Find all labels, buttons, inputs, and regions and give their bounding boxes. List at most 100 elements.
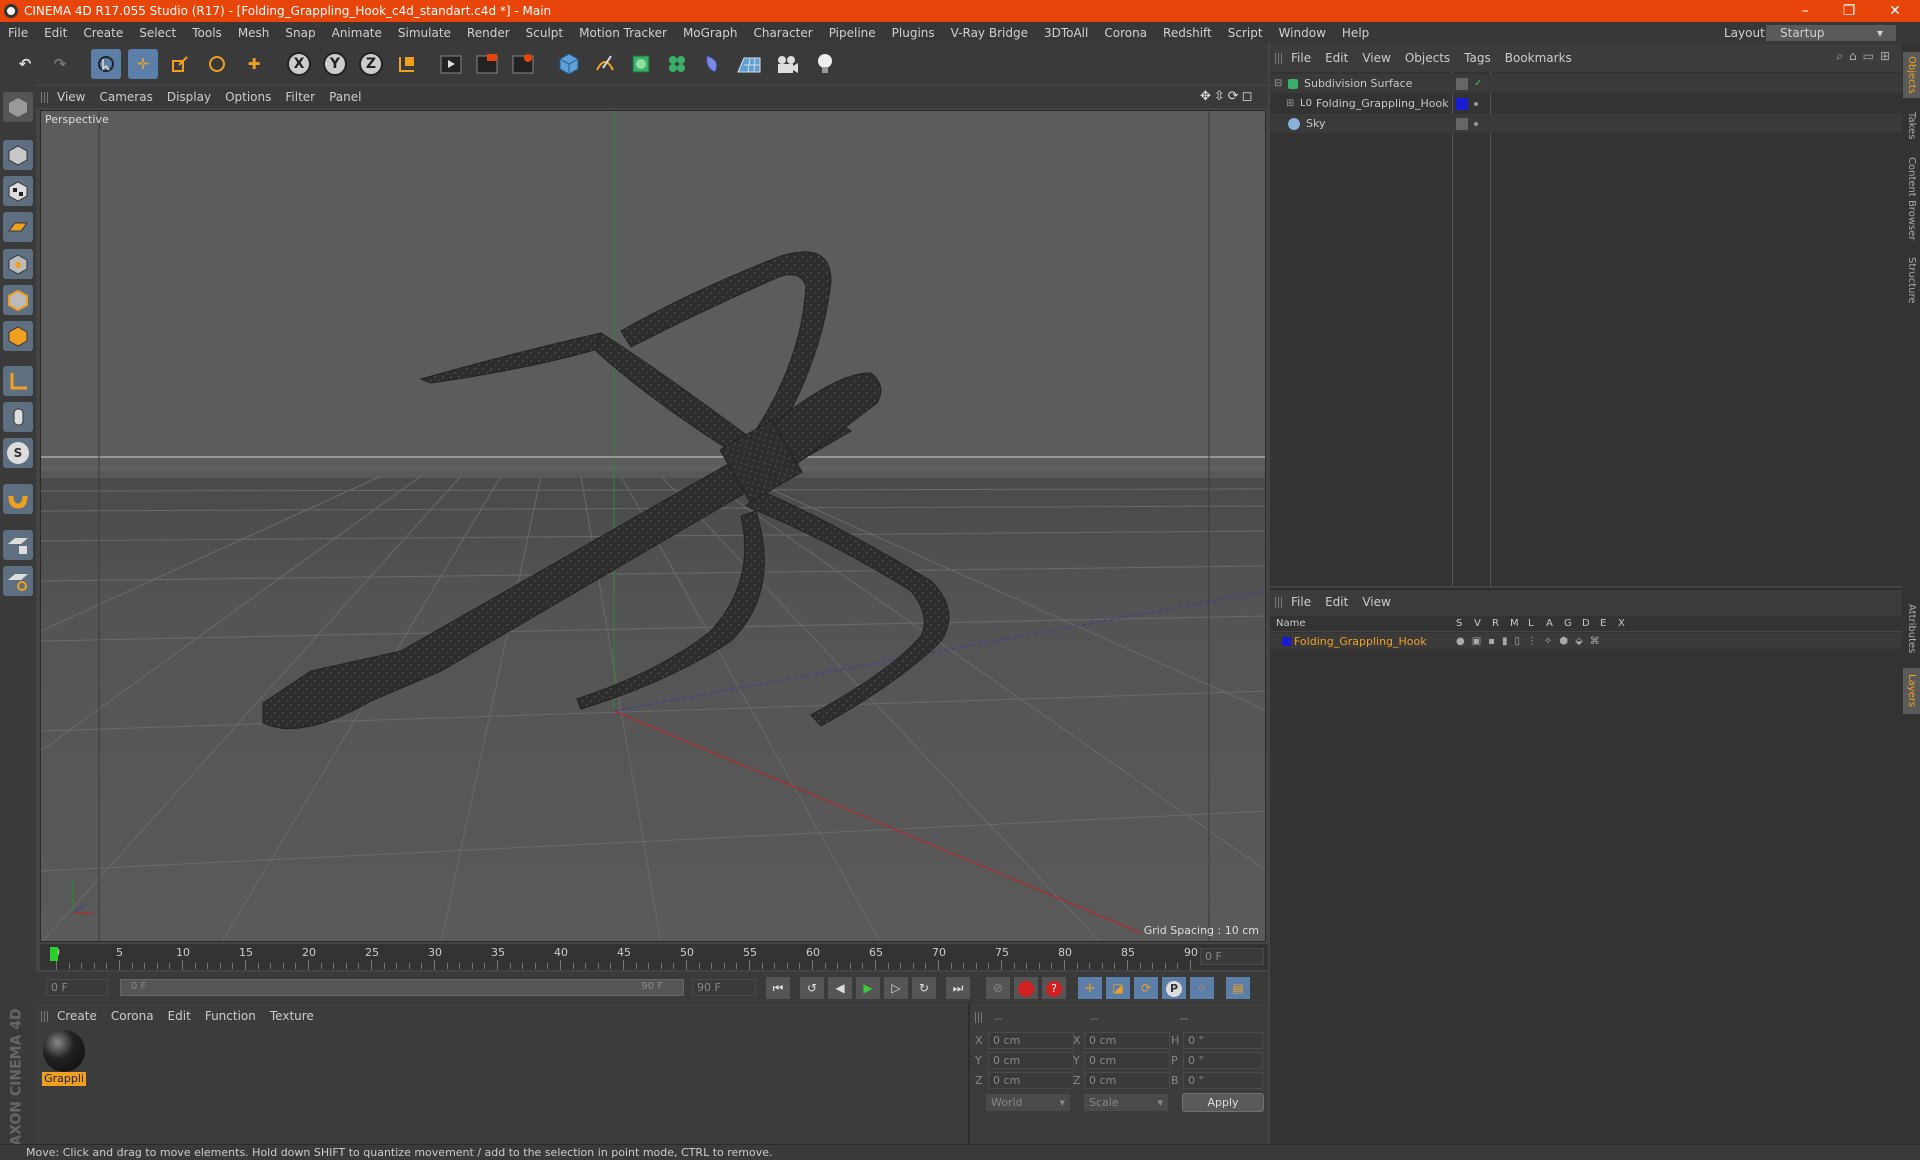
objects-menu-edit[interactable]: Edit <box>1318 51 1355 65</box>
coordinate-mode-dropdown[interactable]: World ▾ <box>986 1094 1070 1111</box>
snap-icon[interactable]: S <box>3 438 33 468</box>
tweak-mode-icon[interactable] <box>3 402 33 432</box>
visibility-toggle-icon[interactable] <box>1456 77 1468 90</box>
menu-snap[interactable]: Snap <box>277 26 323 40</box>
x-axis-lock-button[interactable]: X <box>284 49 314 79</box>
side-tab-layers[interactable]: Layers <box>1903 668 1920 714</box>
texture-mode-icon[interactable] <box>3 176 33 206</box>
menu-character[interactable]: Character <box>745 26 820 40</box>
floor-grid-icon[interactable] <box>734 49 764 79</box>
menu-simulate[interactable]: Simulate <box>390 26 459 40</box>
key-parameter-icon[interactable]: P <box>1162 977 1186 999</box>
key-scale-icon[interactable]: ◪ <box>1106 977 1130 999</box>
objects-menu-file[interactable]: File <box>1284 51 1318 65</box>
pos-z-field[interactable]: 0 cm <box>988 1072 1074 1089</box>
minimize-icon[interactable]: – <box>1782 0 1828 22</box>
side-tab-takes[interactable]: Takes <box>1903 104 1920 148</box>
viewport-menu-options[interactable]: Options <box>218 90 278 104</box>
transform-tool-icon[interactable]: ✚ <box>239 49 269 79</box>
undo-icon[interactable]: ↶ <box>10 49 40 79</box>
menu-corona[interactable]: Corona <box>1096 26 1155 40</box>
menu-plugins[interactable]: Plugins <box>884 26 943 40</box>
objects-menu-bookmarks[interactable]: Bookmarks <box>1498 51 1579 65</box>
material-menu-corona[interactable]: Corona <box>104 1009 161 1023</box>
layers-menu-view[interactable]: View <box>1355 595 1397 609</box>
start-frame-field[interactable]: 0 F <box>46 979 108 996</box>
coordinate-system-icon[interactable] <box>392 49 422 79</box>
layer-row[interactable]: Folding_Grappling_Hook ●▣▪▮▯⋮✧⬢⬙⌘ <box>1270 633 1902 649</box>
layers-menu-edit[interactable]: Edit <box>1318 595 1355 609</box>
menu-sculpt[interactable]: Sculpt <box>518 26 571 40</box>
close-icon[interactable]: ✕ <box>1872 0 1918 22</box>
material-menu-function[interactable]: Function <box>198 1009 263 1023</box>
timeline-window-icon[interactable]: ▤ <box>1226 977 1250 999</box>
objects-menu-view[interactable]: View <box>1355 51 1397 65</box>
visibility-dot-icon[interactable] <box>1474 121 1478 126</box>
pos-x-field[interactable]: 0 cm <box>988 1032 1074 1049</box>
object-row-folding-grappling-hook[interactable]: ⊞ L0 Folding_Grappling_Hook <box>1270 94 1902 113</box>
play-icon[interactable]: ▶ <box>856 977 880 999</box>
menu-select[interactable]: Select <box>131 26 184 40</box>
size-z-field[interactable]: 0 cm <box>1084 1072 1170 1089</box>
frame-range-slider[interactable]: 0 F 90 F <box>120 979 684 996</box>
scale-tool-icon[interactable] <box>165 49 195 79</box>
menu-create[interactable]: Create <box>75 26 131 40</box>
viewport-navigation-icons[interactable]: ✥⇳⟳◻ <box>1200 89 1255 104</box>
go-to-start-icon[interactable]: ⏮ <box>766 977 790 999</box>
menu-edit[interactable]: Edit <box>36 26 75 40</box>
viewport-menu-display[interactable]: Display <box>160 90 218 104</box>
rot-b-field[interactable]: 0 ° <box>1183 1072 1263 1089</box>
side-tab-structure[interactable]: Structure <box>1903 250 1920 310</box>
visibility-toggle-icon[interactable] <box>1456 117 1468 130</box>
model-mode-icon[interactable] <box>3 140 33 170</box>
apply-button[interactable]: Apply <box>1182 1093 1264 1112</box>
make-editable-icon[interactable] <box>3 92 33 122</box>
menu-animate[interactable]: Animate <box>324 26 390 40</box>
objects-menu-objects[interactable]: Objects <box>1398 51 1457 65</box>
collapse-icon[interactable]: ⊟ <box>1274 78 1288 89</box>
go-to-end-icon[interactable]: ⏭ <box>946 977 970 999</box>
key-pla-icon[interactable]: ⁘ <box>1190 977 1214 999</box>
objects-header-icons[interactable]: ⌕⌂▭⊞ <box>1836 49 1896 64</box>
rot-p-field[interactable]: 0 ° <box>1183 1052 1263 1069</box>
layers-menu-file[interactable]: File <box>1284 595 1318 609</box>
menu-pipeline[interactable]: Pipeline <box>821 26 884 40</box>
layout-dropdown[interactable]: Startup ▾ <box>1766 25 1896 41</box>
menu-file[interactable]: File <box>0 26 36 40</box>
redo-icon[interactable]: ↷ <box>45 49 75 79</box>
viewport-menu-cameras[interactable]: Cameras <box>92 90 159 104</box>
side-tab-attributes[interactable]: Attributes <box>1903 594 1920 664</box>
autokey-icon[interactable]: ? <box>1042 977 1066 999</box>
expand-icon[interactable]: ⊞ <box>1286 98 1300 109</box>
pos-y-field[interactable]: 0 cm <box>988 1052 1074 1069</box>
polygons-mode-icon[interactable] <box>3 321 33 351</box>
menu-redshift[interactable]: Redshift <box>1155 26 1220 40</box>
planar-workplane-icon[interactable] <box>3 566 33 596</box>
deformer-icon[interactable] <box>698 49 728 79</box>
layer-color-icon[interactable] <box>1282 636 1291 646</box>
previous-frame-icon[interactable]: ◀ <box>828 977 852 999</box>
material-swatch[interactable]: Grappli <box>42 1030 86 1090</box>
side-tab-content-browser[interactable]: Content Browser <box>1903 152 1920 246</box>
menu-3dtoall[interactable]: 3DToAll <box>1036 26 1096 40</box>
viewport-menu-filter[interactable]: Filter <box>278 90 322 104</box>
material-menu-create[interactable]: Create <box>50 1009 104 1023</box>
menu-window[interactable]: Window <box>1271 26 1334 40</box>
menu-mesh[interactable]: Mesh <box>230 26 278 40</box>
pen-spline-icon[interactable] <box>590 49 620 79</box>
size-x-field[interactable]: 0 cm <box>1084 1032 1170 1049</box>
side-tab-objects[interactable]: Objects <box>1903 52 1920 98</box>
menu-script[interactable]: Script <box>1220 26 1271 40</box>
restore-icon[interactable]: ❐ <box>1826 0 1872 22</box>
rot-h-field[interactable]: 0 ° <box>1183 1032 1263 1049</box>
cube-object-icon[interactable] <box>554 49 584 79</box>
viewport-menu-panel[interactable]: Panel <box>322 90 368 104</box>
current-frame-field[interactable]: 0 F <box>1200 948 1264 965</box>
rotate-tool-icon[interactable] <box>202 49 232 79</box>
cloner-icon[interactable] <box>662 49 692 79</box>
key-rotation-icon[interactable]: ⟳ <box>1134 977 1158 999</box>
timeline-ruler[interactable]: 051015202530354045505560657075808590 0 F <box>40 944 1268 970</box>
subdivision-surface-icon[interactable] <box>626 49 656 79</box>
render-settings-icon[interactable] <box>508 49 538 79</box>
size-mode-dropdown[interactable]: Scale ▾ <box>1084 1094 1168 1111</box>
